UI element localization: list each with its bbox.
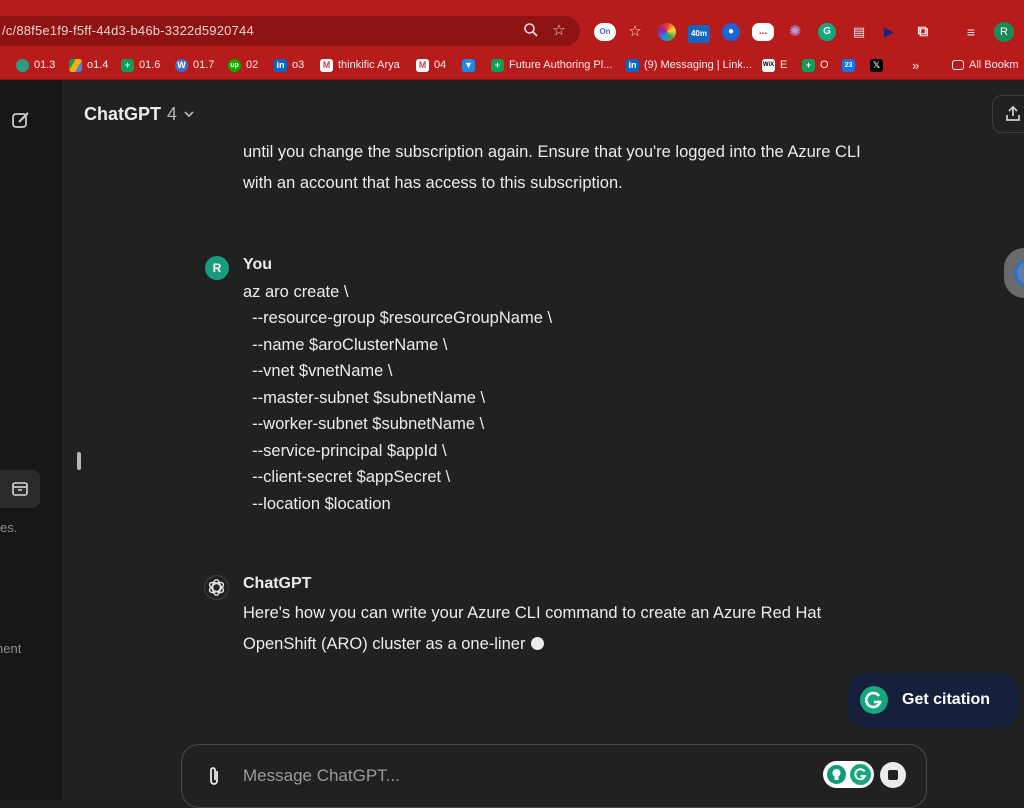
x-favicon: 𝕏 [870,58,883,72]
stop-icon [888,770,898,780]
upwork-favicon: up [228,58,241,72]
bookmark-item[interactable]: W 01.7 [175,57,214,73]
wix-favicon: WiX [762,58,775,72]
cursor-icon[interactable]: ▶ [880,23,898,41]
stack-icon[interactable]: ▤ [850,23,868,41]
user-message-line: --master-subnet $subnetName \ [243,389,486,407]
paperclip-icon[interactable] [204,765,224,789]
linkedin-favicon: in [274,58,287,72]
chevron-down-icon [183,104,195,125]
bookmark-item[interactable]: +01.6 [121,57,160,73]
gmail-favicon: M [320,58,333,72]
sidebar-item-archive[interactable] [0,470,40,508]
gmail-favicon: M [416,58,429,72]
folder-icon [952,60,964,70]
media-queue-icon[interactable]: ≡ [962,23,980,41]
stop-generating-button[interactable] [880,762,906,788]
archive-icon[interactable] [11,480,29,498]
star-icon[interactable]: ☆ [626,23,644,41]
user-message-line: --vnet $vnetName \ [243,362,393,380]
sheets-favicon: + [802,58,815,72]
lightbulb-icon [827,765,846,784]
citation-label: Get citation [902,691,991,708]
chatgpt-logo-icon [204,575,229,600]
model-selector[interactable]: ChatGPT 4 [84,104,195,125]
bookmark-star-icon[interactable]: ☆ [550,22,568,40]
bookmark-item[interactable]: 01.3 [16,57,55,73]
grammarly-icon [850,764,871,785]
sidebar: es. nent [0,80,62,800]
new-chat-icon[interactable] [11,110,31,130]
message-composer [181,744,927,808]
bookmark-item[interactable]: up 02 [228,57,258,73]
assistant-message: Here's how you can write your Azure CLI … [243,604,822,653]
bookmark-item[interactable]: 𝕏 [870,57,883,73]
bookmark-item[interactable]: in (9) Messaging | Link... [626,57,752,73]
bookmark-favicon [16,58,29,72]
sidebar-resize-handle[interactable] [77,452,81,470]
user-message-line: --resource-group $resourceGroupName \ [243,309,553,327]
user-message-line: --client-secret $appSecret \ [243,468,451,486]
floating-widget[interactable] [1004,248,1024,298]
bookmark-item[interactable]: o1.4 [69,57,108,73]
share-icon [1004,105,1022,123]
bookmark-item[interactable]: M 04 [416,57,446,73]
bookmark-item[interactable]: ▼ [462,57,475,73]
url-text[interactable]: /c/88f5e1f9-f5ff-44d3-b46b-3322d5920744 [2,23,254,38]
get-citation-button[interactable]: Get citation [847,673,1019,728]
user-message-line: az aro create \ [243,283,349,301]
linkedin-favicon: in [626,58,639,72]
model-version: 4 [167,104,178,124]
extensions-puzzle-icon[interactable]: ⧉ [914,23,932,41]
profile-avatar[interactable]: R [994,22,1014,42]
color-wheel-icon[interactable] [658,23,676,41]
calendar-favicon: 23 [842,58,855,72]
sheets-favicon: + [121,58,134,72]
bookmarks-overflow-button[interactable]: » [912,57,919,73]
sheets-favicon: + [491,58,504,72]
drive-favicon [69,58,82,72]
widget-logo-icon [1014,259,1024,287]
bookmark-item[interactable]: Mthinkific Arya [320,57,400,73]
assistant-sender-name: ChatGPT [243,575,312,592]
sidebar-text-fragment: es. [0,520,18,535]
streaming-cursor [531,637,545,650]
share-button[interactable] [992,95,1024,133]
circle-extension-icon[interactable]: ● [722,23,740,41]
user-message-line: --name $aroClusterName \ [243,336,448,354]
all-bookmarks-button[interactable]: All Bookm [952,57,1019,73]
bookmark-item[interactable]: WiX E [762,57,787,73]
grammarly-widget[interactable] [823,761,874,788]
wordpress-favicon: W [175,58,188,72]
puzzle-gear-icon[interactable]: ✺ [786,23,804,41]
bookmark-item[interactable]: + O [802,57,829,73]
extension-on-icon[interactable]: On [594,23,616,41]
grammarly-extension-icon[interactable]: G [818,23,836,41]
shield-favicon: ▼ [462,58,475,72]
bookmarks-bar: 01.3 o1.4 +01.6 W 01.7 up 02 in o3 Mthinkif… [0,48,1024,80]
bookmark-item[interactable]: + Future Authoring Pl... [491,57,612,73]
user-message-line: --service-principal $appId \ [243,442,447,460]
user-avatar: R [205,256,229,280]
dots-extension-icon[interactable]: ... [752,23,774,41]
grammarly-logo-icon [860,686,888,714]
assistant-message-tail: until you change the subscription again.… [243,143,861,192]
user-sender-name: You [243,256,273,273]
bookmark-item[interactable]: 23 [842,57,855,73]
bookmark-item[interactable]: in o3 [274,57,304,73]
message-input[interactable] [243,764,803,788]
user-message-line: --worker-subnet $subnetName \ [243,415,485,433]
model-name: ChatGPT [84,104,162,124]
browser-toolbar: /c/88f5e1f9-f5ff-44d3-b46b-3322d5920744 … [0,0,1024,48]
timer-badge-icon[interactable]: 40m [688,25,710,43]
zoom-icon[interactable] [522,22,540,40]
user-message-line: --location $location [243,495,391,513]
address-bar[interactable]: /c/88f5e1f9-f5ff-44d3-b46b-3322d5920744 … [0,16,580,46]
sidebar-text-fragment: nent [0,641,22,656]
